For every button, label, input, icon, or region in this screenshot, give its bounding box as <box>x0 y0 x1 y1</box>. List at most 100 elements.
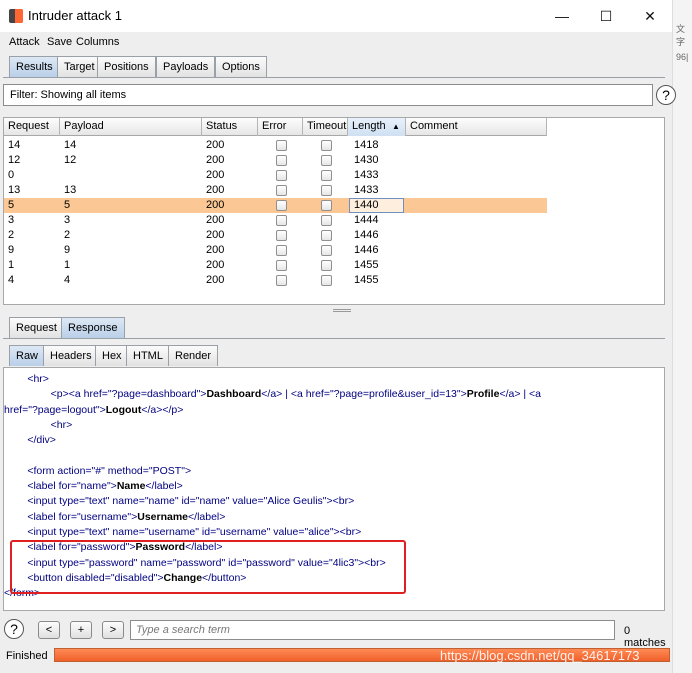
error-checkbox[interactable] <box>276 245 287 256</box>
error-checkbox[interactable] <box>276 155 287 166</box>
cell-payload: 3 <box>64 214 71 226</box>
column-payload[interactable]: Payload <box>60 118 202 136</box>
table-row[interactable]: 14 14 200 1418 <box>4 138 547 153</box>
tab-hex[interactable]: Hex <box>95 345 129 366</box>
cell-payload: 1 <box>64 259 71 271</box>
tab-request[interactable]: Request <box>9 317 64 338</box>
tab-html[interactable]: HTML <box>126 345 170 366</box>
tab-divider <box>3 77 665 78</box>
cell-length: 1455 <box>354 259 379 271</box>
response-code-line: <input type="text" name="name" id="name"… <box>4 495 355 508</box>
background-text: 96| <box>676 52 689 62</box>
timeout-checkbox[interactable] <box>321 215 332 226</box>
tab-results[interactable]: Results <box>9 56 60 77</box>
menu-columns[interactable]: Columns <box>76 36 119 48</box>
error-checkbox[interactable] <box>276 200 287 211</box>
table-scrollbar[interactable]: ▲ ▼ <box>664 136 665 305</box>
menu-save[interactable]: Save <box>47 36 72 48</box>
tab-options[interactable]: Options <box>215 56 267 77</box>
error-checkbox[interactable] <box>276 260 287 271</box>
timeout-checkbox[interactable] <box>321 185 332 196</box>
timeout-checkbox[interactable] <box>321 140 332 151</box>
response-scrollbar[interactable]: ▲ ▼ <box>664 368 665 611</box>
timeout-checkbox[interactable] <box>321 230 332 241</box>
next-match-button[interactable]: > <box>102 621 124 639</box>
error-checkbox[interactable] <box>276 275 287 286</box>
table-row[interactable]: 13 13 200 1433 <box>4 183 547 198</box>
error-checkbox[interactable] <box>276 215 287 226</box>
timeout-checkbox[interactable] <box>321 275 332 286</box>
tab-positions[interactable]: Positions <box>97 56 156 77</box>
tab-response[interactable]: Response <box>61 317 125 338</box>
cell-payload: 5 <box>64 199 71 211</box>
table-row[interactable]: 1 1 200 1455 <box>4 258 547 273</box>
error-checkbox[interactable] <box>276 170 287 181</box>
error-checkbox[interactable] <box>276 230 287 241</box>
status-label: Finished <box>6 650 48 662</box>
error-checkbox[interactable] <box>276 185 287 196</box>
column-status[interactable]: Status <box>202 118 258 136</box>
background-text: 文字 <box>676 24 686 47</box>
table-row[interactable]: 12 12 200 1430 <box>4 153 547 168</box>
cell-length: 1433 <box>354 169 379 181</box>
column-timeout[interactable]: Timeout <box>303 118 348 136</box>
tab-target[interactable]: Target <box>57 56 102 77</box>
cell-request: 13 <box>8 184 21 196</box>
cell-status: 200 <box>206 169 225 181</box>
table-row[interactable]: 2 2 200 1446 <box>4 228 547 243</box>
timeout-checkbox[interactable] <box>321 260 332 271</box>
search-input[interactable] <box>130 620 615 640</box>
cell-length: 1418 <box>354 139 379 151</box>
burp-app-icon <box>9 9 23 23</box>
maximize-button[interactable]: ☐ <box>586 4 626 28</box>
response-raw-view[interactable]: <hr> <p><a href="?page=dashboard">Dashbo… <box>3 367 665 611</box>
column-comment[interactable]: Comment <box>406 118 547 136</box>
table-row[interactable]: 9 9 200 1446 <box>4 243 547 258</box>
column-length[interactable]: Length ▲ <box>348 118 406 136</box>
column-length-label: Length <box>352 120 386 132</box>
response-code-line: <hr> <box>4 373 49 385</box>
tab-render[interactable]: Render <box>168 345 219 366</box>
help-icon[interactable]: ? <box>4 619 24 639</box>
menu-attack[interactable]: Attack <box>9 36 40 48</box>
timeout-checkbox[interactable] <box>321 200 332 211</box>
cell-payload: 4 <box>64 274 71 286</box>
tab-headers[interactable]: Headers <box>43 345 99 366</box>
results-table: Request Payload Status Error Timeout Len… <box>3 117 665 305</box>
cell-status: 200 <box>206 244 225 256</box>
cell-request: 9 <box>8 244 15 256</box>
title-bar: Intruder attack 1 — ☐ ✕ <box>0 0 692 32</box>
tab-raw[interactable]: Raw <box>9 345 46 366</box>
timeout-checkbox[interactable] <box>321 155 332 166</box>
cell-request: 5 <box>8 199 15 211</box>
table-row[interactable]: 0 200 1433 <box>4 168 547 183</box>
minimize-button[interactable]: — <box>542 4 582 28</box>
cell-length: 1433 <box>354 184 379 196</box>
cell-status: 200 <box>206 154 225 166</box>
view-tabs: Raw Headers Hex HTML Render <box>9 345 219 366</box>
cell-request: 2 <box>8 229 15 241</box>
table-row[interactable]: 3 3 200 1444 <box>4 213 547 228</box>
response-code-line: <p><a href="?page=dashboard">Dashboard</… <box>4 388 541 401</box>
background-window-edge <box>672 0 692 673</box>
close-button[interactable]: ✕ <box>630 4 670 28</box>
previous-match-button[interactable]: < <box>38 621 60 639</box>
table-row-selected[interactable]: 5 5 200 1440 <box>4 198 547 213</box>
split-pane-divider[interactable] <box>333 309 351 312</box>
main-tabs: Results Target Positions Payloads Option… <box>9 56 309 77</box>
tab-payloads[interactable]: Payloads <box>156 56 216 77</box>
cell-payload: 12 <box>64 154 77 166</box>
cell-status: 200 <box>206 139 225 151</box>
response-code-line: href="?page=logout">Logout</a></p> <box>4 403 184 416</box>
add-search-button[interactable]: + <box>70 621 92 639</box>
cell-status: 200 <box>206 184 225 196</box>
timeout-checkbox[interactable] <box>321 170 332 181</box>
column-request[interactable]: Request <box>4 118 60 136</box>
column-error[interactable]: Error <box>258 118 303 136</box>
help-icon[interactable]: ? <box>656 85 676 105</box>
filter-bar[interactable]: Filter: Showing all items <box>3 84 653 106</box>
error-checkbox[interactable] <box>276 140 287 151</box>
table-row[interactable]: 4 4 200 1455 <box>4 273 547 288</box>
watermark: https://blog.csdn.net/qq_34617173 <box>440 648 640 663</box>
timeout-checkbox[interactable] <box>321 245 332 256</box>
